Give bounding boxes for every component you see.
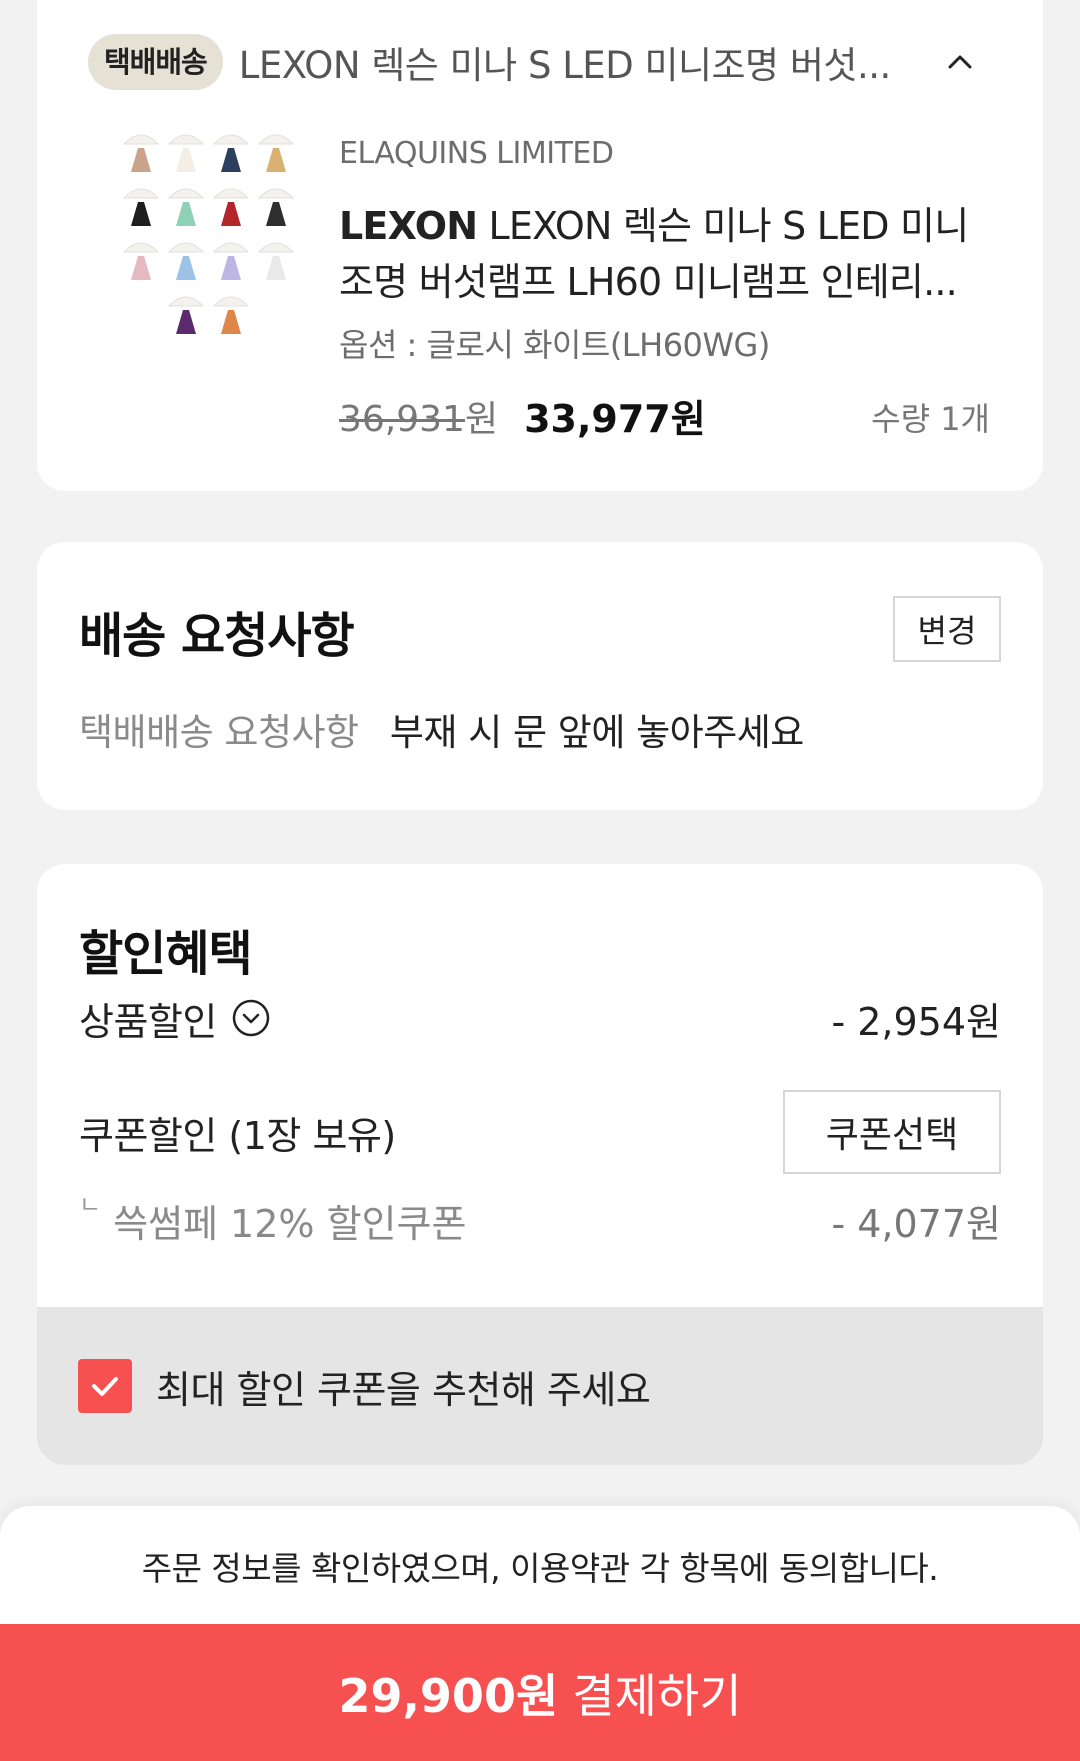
discount-section-title: 할인혜택 xyxy=(79,926,253,982)
applied-coupon-row: ㄴ 쓱썸페 12% 할인쿠폰 - 4,077원 xyxy=(79,1190,1001,1250)
sale-price: 33,977원 xyxy=(524,397,706,441)
product-discount-toggle[interactable]: 상품할인 xyxy=(79,991,271,1046)
lamp-thumbnail-item xyxy=(257,134,295,172)
delivery-request-label: 택배배송 요청사항 xyxy=(79,711,359,754)
chevron-up-icon[interactable] xyxy=(942,44,978,80)
coupon-discount-row: 쿠폰할인 (1장 보유) 쿠폰선택 xyxy=(79,1090,1001,1174)
checkout-footer: 주문 정보를 확인하였으며, 이용약관 각 항목에 동의합니다. 29,900원… xyxy=(0,1506,1080,1761)
coupon-select-button[interactable]: 쿠폰선택 xyxy=(783,1090,1001,1174)
lamp-thumbnail-item xyxy=(167,134,205,172)
chevron-down-circle-icon[interactable] xyxy=(231,998,271,1038)
product-name[interactable]: LEXON LEXON 렉슨 미나 S LED 미니조명 버섯램프 LH60 미… xyxy=(339,198,999,310)
delivery-request-card: 배송 요청사항 변경 택배배송 요청사항 부재 시 문 앞에 놓아주세요 xyxy=(37,542,1043,810)
brand-name: LEXON xyxy=(339,204,478,248)
applied-coupon: ㄴ 쓱썸페 12% 할인쿠폰 xyxy=(79,1191,467,1248)
recommend-coupon-label: 최대 할인 쿠폰을 추천해 주세요 xyxy=(156,1367,651,1412)
lamp-thumbnail-item xyxy=(122,134,160,172)
applied-coupon-value: - 4,077원 xyxy=(831,1201,1001,1246)
shipping-badge: 택배배송 xyxy=(88,34,223,90)
recommend-coupon-option[interactable]: 최대 할인 쿠폰을 추천해 주세요 xyxy=(37,1307,1043,1465)
lamp-thumbnail-item xyxy=(257,242,295,280)
product-discount-value: - 2,954원 xyxy=(831,999,1001,1044)
product-discount-row: 상품할인 - 2,954원 xyxy=(79,988,1001,1048)
delivery-request-value: 부재 시 문 앞에 놓아주세요 xyxy=(389,711,804,754)
lamp-thumbnail-item xyxy=(167,296,205,334)
shipping-header[interactable]: 택배배송 LEXON 렉슨 미나 S LED 미니조명 버섯... xyxy=(88,32,891,92)
product-discount-label: 상품할인 xyxy=(79,999,217,1044)
terms-agreement-text: 주문 정보를 확인하였으며, 이용약관 각 항목에 동의합니다. xyxy=(141,1549,939,1588)
corner-indent-icon: ㄴ xyxy=(79,1190,102,1219)
recommend-checkbox[interactable] xyxy=(78,1359,132,1413)
price-row: 36,931원 33,977원 xyxy=(339,388,706,443)
product-thumbnail[interactable] xyxy=(111,128,301,358)
delivery-section-title: 배송 요청사항 xyxy=(79,608,355,664)
lamp-thumbnail-item xyxy=(212,296,250,334)
lamp-thumbnail-item xyxy=(212,242,250,280)
shipping-product-title: LEXON 렉슨 미나 S LED 미니조명 버섯... xyxy=(238,44,892,87)
check-icon xyxy=(92,1377,118,1396)
lamp-thumbnail-item xyxy=(212,188,250,226)
quantity: 수량 1개 xyxy=(871,400,990,438)
seller-name: ELAQUINS LIMITED xyxy=(339,136,614,171)
lamp-thumbnail-item xyxy=(212,134,250,172)
lamp-thumbnail-item xyxy=(122,242,160,280)
discount-card: 할인혜택 상품할인 - 2,954원 쿠폰할인 (1장 보유) 쿠폰선택 ㄴ 쓱… xyxy=(37,864,1043,1465)
lamp-thumbnail-item xyxy=(257,188,295,226)
coupon-discount-label: 쿠폰할인 (1장 보유) xyxy=(79,1113,396,1158)
product-card: 택배배송 LEXON 렉슨 미나 S LED 미니조명 버섯... ELAQUI… xyxy=(37,0,1043,491)
lamp-thumbnail-item xyxy=(122,188,160,226)
delivery-request-row: 택배배송 요청사항 부재 시 문 앞에 놓아주세요 xyxy=(79,702,804,756)
lamp-thumbnail-item xyxy=(167,242,205,280)
applied-coupon-name: 쓱썸페 12% 할인쿠폰 xyxy=(113,1201,467,1246)
pay-amount: 29,900원 xyxy=(338,1668,559,1723)
original-price: 36,931원 xyxy=(339,390,498,442)
original-price-unit: 원 xyxy=(464,398,499,440)
lamp-thumbnail-item xyxy=(167,188,205,226)
original-price-amount: 36,931 xyxy=(339,398,465,440)
pay-button[interactable]: 29,900원 결제하기 xyxy=(0,1624,1080,1761)
product-option: 옵션 : 글로시 화이트(LH60WG) xyxy=(339,326,770,364)
change-button[interactable]: 변경 xyxy=(893,596,1001,662)
pay-label: 결제하기 xyxy=(572,1668,742,1723)
